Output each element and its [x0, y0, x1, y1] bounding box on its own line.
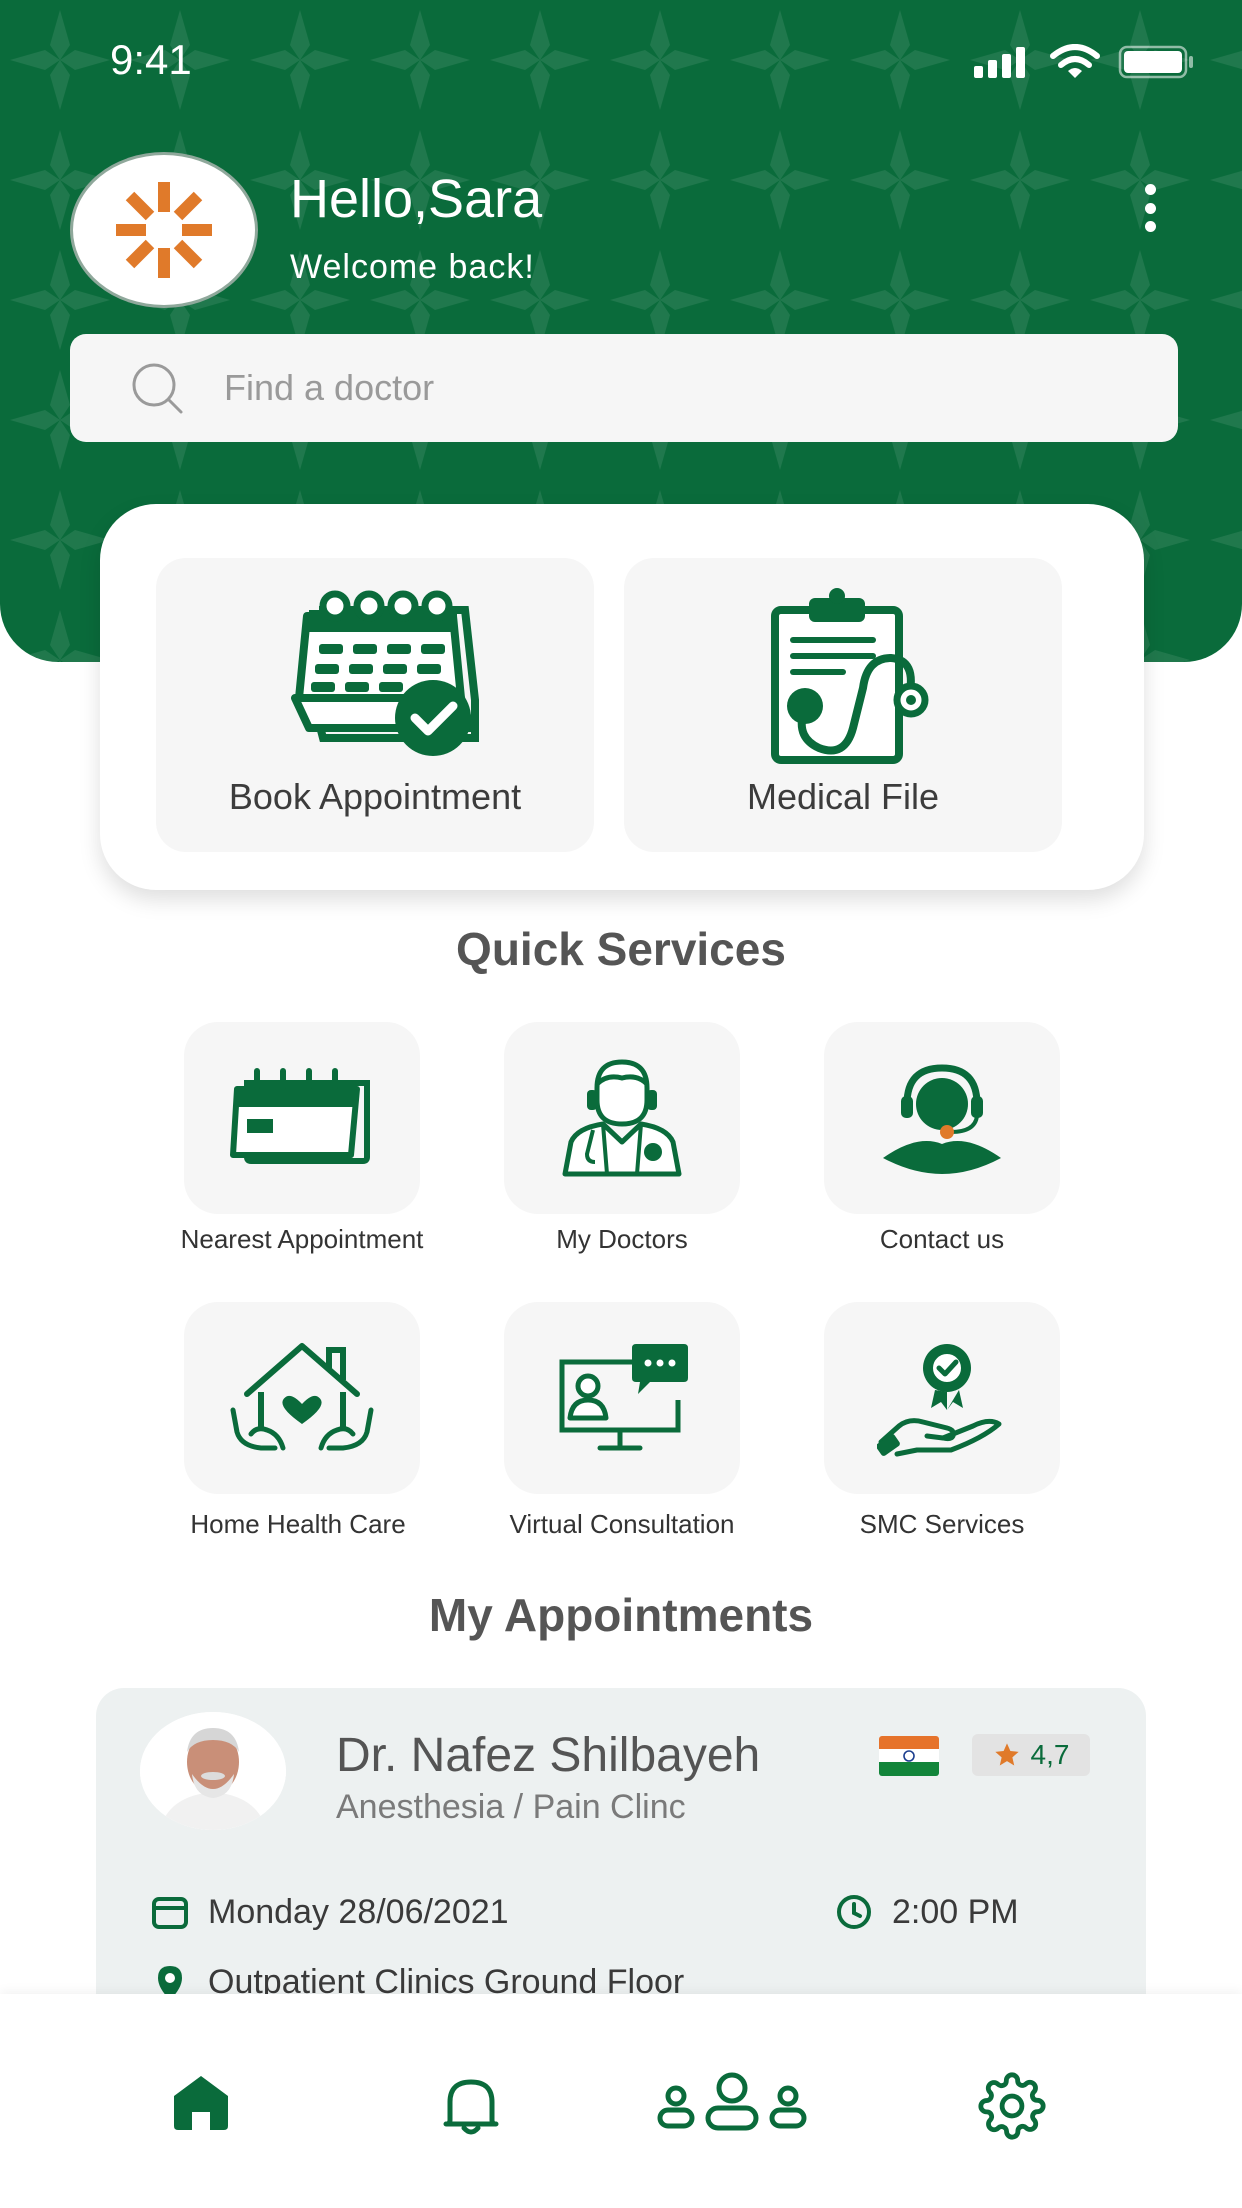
nearest-appointment-label: Nearest Appointment [180, 1224, 424, 1254]
badge-hand-icon [877, 1344, 1002, 1457]
quick-services-title: Quick Services [456, 923, 786, 975]
book-appointment-button[interactable]: Book Appointment [156, 558, 594, 852]
home-heart-icon [230, 1343, 374, 1451]
smc-services-label: SMC Services [859, 1509, 1025, 1539]
my-appointments-title: My Appointments [428, 1589, 814, 1641]
battery-icon [1118, 45, 1193, 79]
profile-avatar[interactable] [70, 152, 258, 308]
contact-us-label: Contact us [879, 1224, 1005, 1254]
appointment-time-text: 2:00 PM [892, 1892, 1019, 1931]
appointment-date: Monday 28/06/2021 [150, 1892, 509, 1932]
wifi-icon [1050, 44, 1100, 78]
home-icon [174, 2076, 228, 2130]
brand-logo-icon [116, 182, 212, 278]
home-health-care-button[interactable] [184, 1302, 420, 1494]
more-options-icon[interactable] [1136, 184, 1164, 232]
bell-icon [443, 2079, 499, 2135]
main-actions-card: Book Appointment Medical File [100, 504, 1144, 890]
signal-icon [974, 47, 1025, 78]
headset-agent-icon [883, 1064, 1001, 1174]
calendar-check-icon [291, 590, 479, 756]
doctor-avatar [140, 1712, 286, 1830]
virtual-consultation-label: Virtual Consultation [509, 1509, 735, 1539]
doctor-rating: 4,7 [972, 1734, 1090, 1776]
welcome-text: Welcome back! [290, 248, 535, 286]
nav-notifications-tab[interactable] [438, 2072, 504, 2143]
my-doctors-label: My Doctors [556, 1224, 688, 1254]
india-flag-icon [879, 1736, 939, 1776]
medical-file-label: Medical File [746, 776, 940, 817]
doctor-icon [562, 1059, 682, 1177]
search-icon [128, 359, 186, 417]
gear-icon [978, 2072, 1046, 2140]
search-input[interactable] [222, 366, 1026, 410]
clipboard-stethoscope-icon [771, 588, 929, 764]
calendar-icon [152, 1897, 188, 1929]
star-icon [994, 1743, 1019, 1766]
nearest-appointment-button[interactable] [184, 1022, 420, 1214]
nav-settings-tab[interactable] [978, 2072, 1046, 2145]
video-consult-icon [559, 1344, 688, 1451]
contact-us-button[interactable] [824, 1022, 1060, 1214]
appointment-date-text: Monday 28/06/2021 [208, 1892, 509, 1931]
status-icons [974, 44, 1194, 80]
people-icon [657, 2072, 807, 2131]
doctor-specialty: Anesthesia / Pain Clinc [336, 1788, 686, 1826]
appointment-time: 2:00 PM [834, 1892, 1019, 1932]
book-appointment-label: Book Appointment [228, 776, 522, 817]
calendar-card-icon [230, 1068, 370, 1164]
nav-family-tab[interactable] [656, 2072, 808, 2137]
search-bar[interactable] [70, 334, 1178, 442]
my-doctors-button[interactable] [504, 1022, 740, 1214]
bottom-navigation [0, 1994, 1242, 2208]
rating-value: 4,7 [1030, 1739, 1070, 1770]
home-health-care-label: Home Health Care [190, 1509, 406, 1539]
medical-file-button[interactable]: Medical File [624, 558, 1062, 852]
nav-home-tab[interactable] [168, 2072, 234, 2139]
smc-services-button[interactable] [824, 1302, 1060, 1494]
doctor-name: Dr. Nafez Shilbayeh [336, 1729, 761, 1782]
status-time: 9:41 [110, 36, 192, 83]
virtual-consultation-button[interactable] [504, 1302, 740, 1494]
greeting-text: Hello,Sara [290, 169, 543, 229]
clock-icon [837, 1895, 871, 1929]
